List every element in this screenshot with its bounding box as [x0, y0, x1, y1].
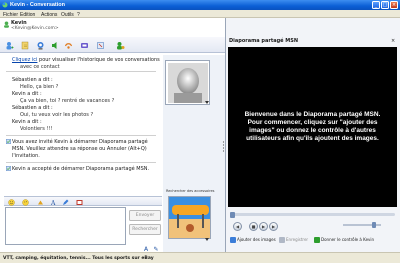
slideshow-seek-bar[interactable]	[230, 211, 395, 218]
my-display-picture[interactable]	[168, 196, 211, 239]
message-text: Oui, tu veux voir les photos ?	[20, 112, 94, 118]
menu-edition[interactable]: Edition	[20, 12, 35, 18]
history-divider	[6, 162, 156, 163]
pencil-icon[interactable]	[62, 199, 69, 206]
accessories-caption[interactable]: Rechercher des accessoires	[166, 189, 215, 193]
webcam-icon[interactable]	[36, 41, 45, 50]
slideshow-title: Diaporama partagé MSN	[229, 38, 299, 44]
invite-event-text: l'invitation.	[12, 153, 40, 159]
message-text: Ça va bien, toi ? rentré de vacances ?	[20, 98, 115, 104]
chevron-down-icon[interactable]	[205, 238, 209, 241]
message-text: Volontiers !!!	[20, 126, 53, 132]
history-link[interactable]: Cliquez ici	[12, 57, 37, 63]
menu-help[interactable]: ?	[77, 12, 80, 18]
contact-status-icon	[4, 21, 9, 28]
conversation-history: Cliquez ici pour visualiser l'historique…	[6, 55, 161, 183]
history-notice-line2: avec ce contact	[20, 64, 60, 70]
emoticon-icon[interactable]	[8, 199, 15, 206]
contact-address: <Kevin@Kevin.com>	[11, 26, 59, 31]
accept-event-text: Kevin a accepté de démarrer Diaporama pa…	[12, 166, 150, 172]
next-button[interactable]: ▶	[269, 222, 278, 231]
contact-display-picture[interactable]	[165, 60, 210, 105]
invite-event-icon	[6, 139, 11, 144]
slideshow-close-button[interactable]: ×	[391, 38, 395, 44]
menu-actions[interactable]: Actions	[41, 12, 57, 18]
save-button[interactable]: Enregistrer	[279, 236, 308, 244]
message-text: Hello, ça bien ?	[20, 84, 59, 90]
games-icon[interactable]	[80, 41, 89, 50]
contact-header: Kevin <Kevin@Kevin.com>	[0, 18, 225, 37]
contact-options-icon[interactable]	[116, 41, 125, 50]
message-author: Sébastien a dit :	[12, 77, 53, 83]
invite-contact-icon[interactable]	[5, 41, 14, 50]
audio-icon[interactable]	[50, 41, 59, 50]
seek-knob[interactable]	[230, 211, 235, 218]
title-bar: Kevin - Conversation _ □ ×	[0, 0, 400, 10]
menu-bar: Fichier Edition Actions Outils ?	[0, 10, 400, 18]
slideshow-welcome-text: Bienvenue dans le Diaporama partagé MSN.…	[244, 111, 381, 142]
history-divider	[6, 135, 156, 136]
conversation-toolbar	[0, 37, 225, 53]
message-author: Sébastien a dit :	[12, 105, 53, 111]
ad-text[interactable]: VTT, camping, équitation, tennis... Tous…	[3, 256, 154, 261]
add-images-icon	[230, 237, 236, 243]
my-avatar	[169, 197, 210, 238]
minimize-button[interactable]: _	[372, 1, 380, 9]
ad-status-bar[interactable]: VTT, camping, équitation, tennis... Tous…	[0, 252, 400, 263]
send-button[interactable]: Envoyer	[129, 210, 161, 221]
volume-slider[interactable]	[343, 222, 381, 228]
window-title: Kevin - Conversation	[10, 1, 66, 8]
msn-app-icon	[2, 2, 8, 8]
history-divider	[6, 71, 156, 72]
message-author: Kevin a dit :	[12, 91, 42, 97]
add-images-button[interactable]: Ajouter des images	[230, 236, 276, 244]
menu-outils[interactable]: Outils	[61, 12, 74, 18]
add-images-label: Ajouter des images	[237, 237, 276, 242]
give-control-button[interactable]: Donner le contrôle à Kevin	[314, 236, 374, 244]
save-icon	[279, 237, 285, 243]
give-control-label: Donner le contrôle à Kevin	[321, 237, 375, 242]
invite-event-text: MSN. Veuillez attendre sa réponse ou Ann…	[12, 146, 147, 152]
message-input[interactable]	[5, 207, 126, 245]
font-icon[interactable]: A	[50, 199, 57, 206]
wink-icon[interactable]	[22, 199, 29, 206]
previous-button[interactable]: ◀	[233, 222, 242, 231]
maximize-button[interactable]: □	[381, 1, 389, 9]
history-notice-text: pour visualiser l'historique de vos conv…	[37, 57, 160, 63]
search-button[interactable]: Rechercher	[129, 224, 161, 235]
close-button[interactable]: ×	[390, 1, 398, 9]
message-author: Kevin a dit :	[12, 119, 42, 125]
accept-event-icon	[6, 166, 11, 171]
save-label: Enregistrer	[286, 237, 309, 242]
slideshow-stage: Bienvenue dans le Diaporama partagé MSN.…	[228, 47, 397, 207]
history-notice: Cliquez ici pour visualiser l'historique…	[12, 57, 160, 63]
compose-toolbar: A	[4, 196, 162, 206]
svg-text:A: A	[50, 200, 56, 206]
chevron-down-icon[interactable]	[205, 101, 209, 104]
menu-fichier[interactable]: Fichier	[3, 12, 18, 18]
volume-knob[interactable]	[372, 222, 376, 228]
nudge-icon[interactable]	[37, 199, 44, 206]
stop-button[interactable]: ■	[249, 222, 258, 231]
invite-event-text: Vous avez invité Kevin à démarrer Diapor…	[12, 139, 148, 145]
activities-icon[interactable]	[64, 41, 73, 50]
background-icon[interactable]	[76, 199, 83, 206]
contact-avatar	[168, 63, 208, 103]
play-button[interactable]: ▶	[259, 222, 268, 231]
send-file-icon[interactable]	[21, 41, 30, 50]
give-control-icon	[314, 237, 320, 243]
block-contact-icon[interactable]	[96, 41, 105, 50]
